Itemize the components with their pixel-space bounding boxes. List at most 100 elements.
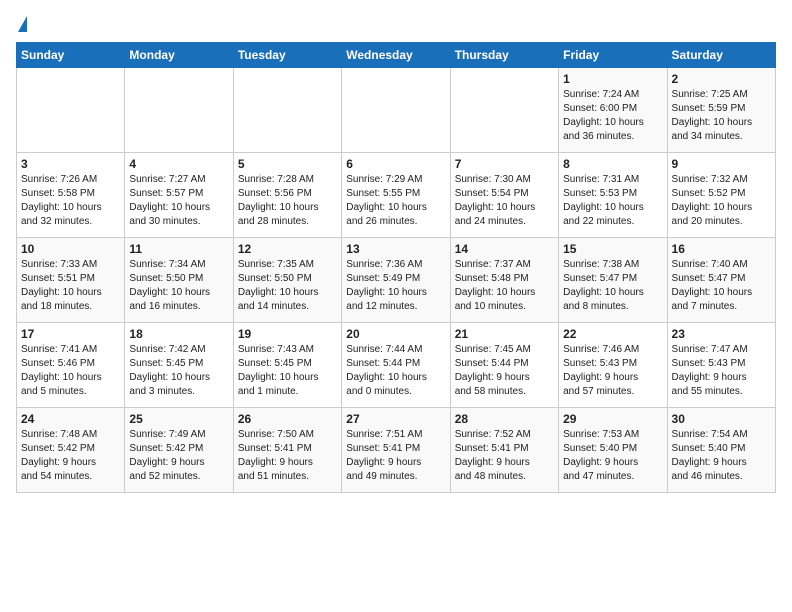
calendar-cell: 5 Sunrise: 7:28 AM Sunset: 5:56 PM Daylig… [233,153,341,238]
column-header-thursday: Thursday [450,43,558,68]
day-info: Sunrise: 7:24 AM Sunset: 6:00 PM Dayligh… [563,88,662,144]
day-info: Sunrise: 7:32 AM Sunset: 5:52 PM Dayligh… [672,173,771,229]
calendar-header-row: SundayMondayTuesdayWednesdayThursdayFrid… [17,43,776,68]
calendar-cell: 7Sunrise: 7:30 AM Sunset: 5:54 PM Daylig… [450,153,558,238]
logo-triangle-icon [18,16,27,32]
day-number: 30 [672,412,771,426]
calendar-cell: 18 Sunrise: 7:42 AM Sunset: 5:45 PM Dayli… [125,323,233,408]
day-info: Sunrise: 7:33 AM Sunset: 5:51 PM Dayligh… [21,258,120,314]
calendar-cell: 24 Sunrise: 7:48 AM Sunset: 5:42 PM Dayli… [17,408,125,493]
calendar-cell [233,68,341,153]
calendar-cell: 1Sunrise: 7:24 AM Sunset: 6:00 PM Daylig… [559,68,667,153]
day-info: Sunrise: 7:43 AM Sunset: 5:45 PM Dayligh… [238,343,337,399]
day-info: Sunrise: 7:53 AM Sunset: 5:40 PM Dayligh… [563,428,662,484]
day-number: 27 [346,412,445,426]
day-info: Sunrise: 7:25 AM Sunset: 5:59 PM Dayligh… [672,88,771,144]
week-row-3: 10 Sunrise: 7:33 AM Sunset: 5:51 PM Dayli… [17,238,776,323]
calendar-cell: 17Sunrise: 7:41 AM Sunset: 5:46 PM Dayli… [17,323,125,408]
calendar-cell: 9 Sunrise: 7:32 AM Sunset: 5:52 PM Daylig… [667,153,775,238]
calendar-cell: 22Sunrise: 7:46 AM Sunset: 5:43 PM Dayli… [559,323,667,408]
calendar-cell: 21 Sunrise: 7:45 AM Sunset: 5:44 PM Dayli… [450,323,558,408]
column-header-tuesday: Tuesday [233,43,341,68]
day-info: Sunrise: 7:47 AM Sunset: 5:43 PM Dayligh… [672,343,771,399]
day-info: Sunrise: 7:26 AM Sunset: 5:58 PM Dayligh… [21,173,120,229]
calendar-cell: 16Sunrise: 7:40 AM Sunset: 5:47 PM Dayli… [667,238,775,323]
calendar-cell: 4 Sunrise: 7:27 AM Sunset: 5:57 PM Daylig… [125,153,233,238]
calendar-cell: 8 Sunrise: 7:31 AM Sunset: 5:53 PM Daylig… [559,153,667,238]
day-info: Sunrise: 7:37 AM Sunset: 5:48 PM Dayligh… [455,258,554,314]
column-header-saturday: Saturday [667,43,775,68]
day-number: 4 [129,157,228,171]
calendar-cell: 19 Sunrise: 7:43 AM Sunset: 5:45 PM Dayli… [233,323,341,408]
calendar-cell: 26 Sunrise: 7:50 AM Sunset: 5:41 PM Dayli… [233,408,341,493]
calendar-cell: 28Sunrise: 7:52 AM Sunset: 5:41 PM Dayli… [450,408,558,493]
day-info: Sunrise: 7:38 AM Sunset: 5:47 PM Dayligh… [563,258,662,314]
day-number: 6 [346,157,445,171]
week-row-4: 17Sunrise: 7:41 AM Sunset: 5:46 PM Dayli… [17,323,776,408]
calendar-cell: 30 Sunrise: 7:54 AM Sunset: 5:40 PM Dayli… [667,408,775,493]
day-number: 16 [672,242,771,256]
calendar-cell: 29 Sunrise: 7:53 AM Sunset: 5:40 PM Dayli… [559,408,667,493]
day-number: 13 [346,242,445,256]
day-number: 8 [563,157,662,171]
day-number: 3 [21,157,120,171]
day-info: Sunrise: 7:54 AM Sunset: 5:40 PM Dayligh… [672,428,771,484]
calendar-cell: 13Sunrise: 7:36 AM Sunset: 5:49 PM Dayli… [342,238,450,323]
day-info: Sunrise: 7:31 AM Sunset: 5:53 PM Dayligh… [563,173,662,229]
calendar-cell: 2 Sunrise: 7:25 AM Sunset: 5:59 PM Daylig… [667,68,775,153]
day-number: 24 [21,412,120,426]
day-number: 5 [238,157,337,171]
day-number: 19 [238,327,337,341]
day-number: 11 [129,242,228,256]
day-number: 12 [238,242,337,256]
day-number: 21 [455,327,554,341]
day-info: Sunrise: 7:50 AM Sunset: 5:41 PM Dayligh… [238,428,337,484]
day-number: 18 [129,327,228,341]
week-row-5: 24 Sunrise: 7:48 AM Sunset: 5:42 PM Dayli… [17,408,776,493]
day-number: 22 [563,327,662,341]
day-info: Sunrise: 7:28 AM Sunset: 5:56 PM Dayligh… [238,173,337,229]
calendar-cell: 23 Sunrise: 7:47 AM Sunset: 5:43 PM Dayli… [667,323,775,408]
day-number: 10 [21,242,120,256]
day-info: Sunrise: 7:44 AM Sunset: 5:44 PM Dayligh… [346,343,445,399]
week-row-2: 3 Sunrise: 7:26 AM Sunset: 5:58 PM Daylig… [17,153,776,238]
day-info: Sunrise: 7:34 AM Sunset: 5:50 PM Dayligh… [129,258,228,314]
calendar-cell: 27 Sunrise: 7:51 AM Sunset: 5:41 PM Dayli… [342,408,450,493]
column-header-friday: Friday [559,43,667,68]
day-number: 14 [455,242,554,256]
calendar-cell: 25 Sunrise: 7:49 AM Sunset: 5:42 PM Dayli… [125,408,233,493]
calendar-table: SundayMondayTuesdayWednesdayThursdayFrid… [16,42,776,493]
day-number: 2 [672,72,771,86]
day-info: Sunrise: 7:48 AM Sunset: 5:42 PM Dayligh… [21,428,120,484]
logo [16,16,27,30]
calendar-cell [125,68,233,153]
calendar-cell: 10 Sunrise: 7:33 AM Sunset: 5:51 PM Dayli… [17,238,125,323]
day-info: Sunrise: 7:41 AM Sunset: 5:46 PM Dayligh… [21,343,120,399]
day-number: 23 [672,327,771,341]
calendar-cell [450,68,558,153]
calendar-cell [17,68,125,153]
day-info: Sunrise: 7:27 AM Sunset: 5:57 PM Dayligh… [129,173,228,229]
day-info: Sunrise: 7:29 AM Sunset: 5:55 PM Dayligh… [346,173,445,229]
day-info: Sunrise: 7:30 AM Sunset: 5:54 PM Dayligh… [455,173,554,229]
day-info: Sunrise: 7:45 AM Sunset: 5:44 PM Dayligh… [455,343,554,399]
calendar-cell [342,68,450,153]
day-number: 26 [238,412,337,426]
day-info: Sunrise: 7:42 AM Sunset: 5:45 PM Dayligh… [129,343,228,399]
calendar-cell: 14 Sunrise: 7:37 AM Sunset: 5:48 PM Dayli… [450,238,558,323]
day-number: 25 [129,412,228,426]
day-info: Sunrise: 7:49 AM Sunset: 5:42 PM Dayligh… [129,428,228,484]
day-number: 20 [346,327,445,341]
day-info: Sunrise: 7:51 AM Sunset: 5:41 PM Dayligh… [346,428,445,484]
page-header [16,16,776,30]
calendar-cell: 3 Sunrise: 7:26 AM Sunset: 5:58 PM Daylig… [17,153,125,238]
day-number: 29 [563,412,662,426]
day-number: 9 [672,157,771,171]
calendar-cell: 6 Sunrise: 7:29 AM Sunset: 5:55 PM Daylig… [342,153,450,238]
week-row-1: 1Sunrise: 7:24 AM Sunset: 6:00 PM Daylig… [17,68,776,153]
calendar-cell: 11 Sunrise: 7:34 AM Sunset: 5:50 PM Dayli… [125,238,233,323]
day-number: 15 [563,242,662,256]
calendar-cell: 20 Sunrise: 7:44 AM Sunset: 5:44 PM Dayli… [342,323,450,408]
column-header-monday: Monday [125,43,233,68]
calendar-cell: 15 Sunrise: 7:38 AM Sunset: 5:47 PM Dayli… [559,238,667,323]
